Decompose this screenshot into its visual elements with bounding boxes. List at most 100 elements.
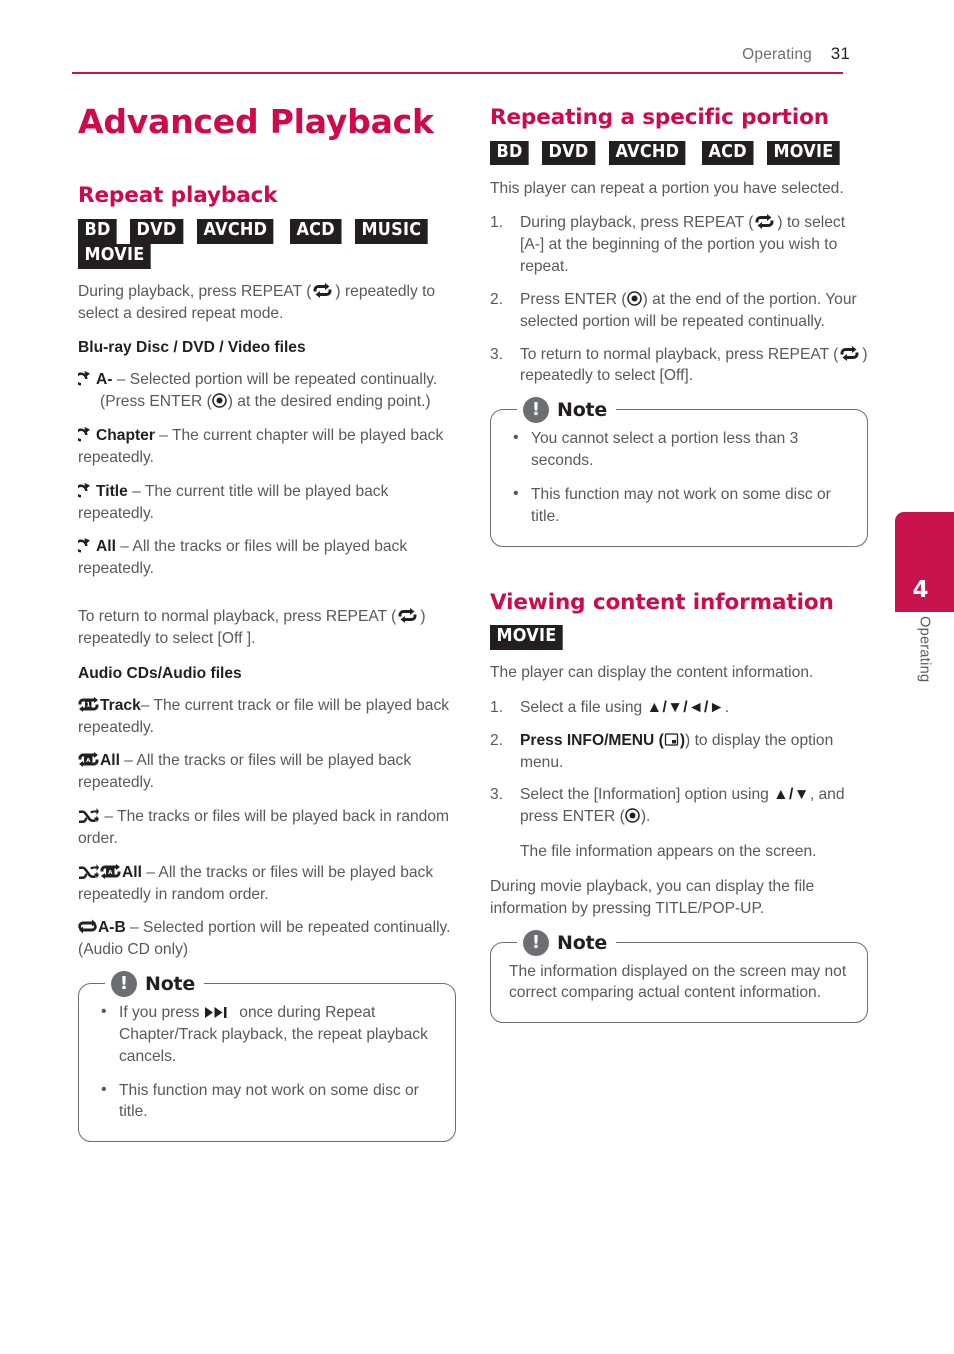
repeating-portion-steps: During playback, press REPEAT () to sele… <box>490 212 868 387</box>
exclamation-icon: ! <box>523 929 549 956</box>
dpad-arrows-icon: ▲/▼/◄/► <box>646 698 725 716</box>
viewing-content-substep: The file information appears on the scre… <box>520 843 817 861</box>
repeat-mode-title-term: Title <box>96 482 128 500</box>
subheading-video-files: Blu-ray Disc / DVD / Video files <box>78 339 306 357</box>
shuffle-icon <box>78 808 99 824</box>
media-badge-movie: MOVIE <box>78 243 151 269</box>
repeat-all-icon: A <box>78 752 99 768</box>
repeat-one-icon: 1 <box>78 696 99 712</box>
info-step-3-post: ). <box>640 808 651 826</box>
repeat-arrow-icon <box>78 370 95 386</box>
repeat-mode-chapter-term: Chapter <box>96 427 155 445</box>
info-step-1-post: . <box>724 698 730 716</box>
repeat-arrow-icon <box>78 426 95 442</box>
repeat-icon <box>753 214 776 230</box>
repeat-mode-all-term: All <box>96 538 116 556</box>
repeat-mode-audio-all: A All – All the tracks or files will be p… <box>78 750 456 794</box>
repeat-mode-audio-all-term: All <box>100 752 120 770</box>
media-badge-acd: ACD <box>289 219 342 244</box>
fast-forward-icon <box>204 1006 234 1019</box>
media-badge-dvd: DVD <box>129 219 183 244</box>
left-column: Advanced Playback Repeat playback BD DVD… <box>78 102 456 1143</box>
note-list: You cannot select a portion less than 3 … <box>505 427 851 527</box>
repeat-mode-ab: A-B – Selected portion will be repeated … <box>78 917 456 961</box>
note-box-repeating-portion: ! Note You cannot select a portion less … <box>490 395 868 547</box>
viewing-content-trailing-text: During movie playback, you can display t… <box>490 877 815 917</box>
step-3-pre: To return to normal playback, press REPE… <box>520 345 839 363</box>
repeat-icon <box>311 282 334 298</box>
repeat-mode-shuffle-all-term: All <box>122 863 142 881</box>
section-title-repeat-playback: Repeat playback <box>78 183 278 209</box>
exclamation-icon: ! <box>523 397 549 424</box>
note-item: You cannot select a portion less than 3 … <box>505 427 851 472</box>
media-badge-movie: MOVIE <box>490 625 563 650</box>
section-title-repeating-portion: Repeating a specific portion <box>490 105 829 130</box>
media-badge-avchd: AVCHD <box>196 219 274 244</box>
page-header: Operating 31 <box>72 44 862 78</box>
repeat-mode-ab-term: A-B <box>98 919 126 937</box>
note-item: If you press once during Repeat Chapter/… <box>93 1001 439 1067</box>
page-title: Advanced Playback <box>78 102 434 141</box>
repeat-arrow-icon <box>78 482 95 498</box>
repeat-mode-a-minus-term: A- <box>96 371 113 389</box>
media-badge-movie: MOVIE <box>767 140 841 166</box>
repeat-icon <box>396 608 419 624</box>
note-title: Note <box>557 399 608 422</box>
subheading-audio-files: Audio CDs/Audio files <box>78 664 242 682</box>
a-minus-line2-pre: (Press ENTER ( <box>100 393 212 411</box>
repeat-mode-all: All – All the tracks or files will be pl… <box>78 536 456 580</box>
media-badge-group-repeating-portion: BD DVD AVCHD ACD MOVIE <box>490 140 868 166</box>
repeat-mode-shuffle-desc: – The tracks or files will be played bac… <box>78 808 450 847</box>
media-badge-bd: BD <box>78 219 118 244</box>
viewing-content-intro: The player can display the content infor… <box>490 664 814 682</box>
repeat-mode-a-minus-line2: (Press ENTER () at the desired ending po… <box>78 391 456 413</box>
step-item: To return to normal playback, press REPE… <box>490 344 868 388</box>
note-header: ! Note <box>105 969 205 1000</box>
step-item: During playback, press REPEAT () to sele… <box>490 212 868 277</box>
info-step-2-pre: Press INFO/MENU ( <box>520 731 664 749</box>
exclamation-icon: ! <box>111 971 137 998</box>
repeat-mode-a-minus: A- – Selected portion will be repeated c… <box>78 369 456 413</box>
repeat-icon <box>838 345 861 361</box>
repeat-mode-ab-desc: – Selected portion will be repeated cont… <box>78 919 451 959</box>
chapter-tab-label: Operating <box>895 616 954 686</box>
enter-icon <box>626 291 642 306</box>
note-title: Note <box>145 973 196 996</box>
info-step-1-pre: Select a file using <box>520 698 647 716</box>
repeat-mode-chapter: Chapter – The current chapter will be pl… <box>78 425 456 469</box>
chapter-number: 4 <box>912 577 929 603</box>
chapter-tab-marker: 4 <box>895 512 954 612</box>
svg-text:A: A <box>108 870 113 876</box>
repeat-mode-all-desc: – All the tracks or files will be played… <box>78 538 408 578</box>
note-title: Note <box>557 931 608 954</box>
media-badge-avchd: AVCHD <box>608 140 686 166</box>
repeat-mode-a-minus-line1: A- – Selected portion will be repeated c… <box>78 369 456 391</box>
step-item: Select the [Information] option using ▲/… <box>490 784 868 828</box>
header-divider-rule <box>72 72 843 75</box>
repeat-mode-track-term: Track <box>100 696 141 714</box>
section-title-viewing-content-information: Viewing content information <box>490 589 834 615</box>
repeat-playback-intro: During playback, press REPEAT () repeate… <box>78 281 456 325</box>
repeat-mode-title: Title – The current title will be played… <box>78 481 456 525</box>
note-item-1-pre: If you press <box>119 1004 204 1022</box>
repeat-arrow-icon <box>78 537 95 553</box>
repeat-ab-icon <box>78 919 97 934</box>
step-item: Press ENTER () at the end of the portion… <box>490 289 868 333</box>
step-1-pre: During playback, press REPEAT ( <box>520 214 754 232</box>
chapter-tab-label-text: Operating <box>916 616 933 683</box>
svg-text:1: 1 <box>86 700 91 708</box>
info-step-3-pre: Select the [Information] option using <box>520 786 774 804</box>
media-badge-group-viewing-content: MOVIE <box>490 625 868 650</box>
enter-icon <box>625 808 640 824</box>
step-2-pre: Press ENTER ( <box>520 290 627 308</box>
right-column: Repeating a specific portion BD DVD AVCH… <box>490 104 868 1024</box>
svg-text:A: A <box>86 758 91 764</box>
note-header: ! Note <box>517 927 617 958</box>
media-badge-bd: BD <box>490 140 530 166</box>
note-item: This function may not work on some disc … <box>93 1079 439 1124</box>
media-badge-music: MUSIC <box>355 219 428 244</box>
step-item: Press INFO/MENU ()) to display the optio… <box>490 730 868 774</box>
note-text: The information displayed on the screen … <box>509 962 847 1002</box>
repeat-mode-shuffle: – The tracks or files will be played bac… <box>78 806 456 850</box>
note-box-repeat-playback: ! Note If you press once during Repeat C… <box>78 969 456 1143</box>
